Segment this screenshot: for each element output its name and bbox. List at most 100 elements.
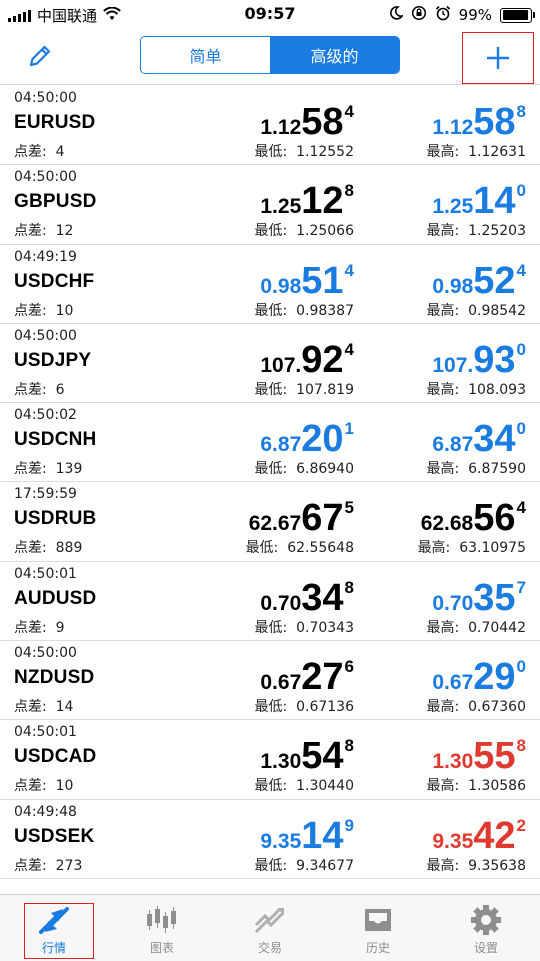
ask-price[interactable]: 0.67 29 0 (432, 655, 526, 696)
spread-label: 点差: (14, 302, 47, 319)
ask-price-big-figure: 6.87 (432, 433, 474, 457)
bid-price[interactable]: 0.98 51 4 (260, 259, 354, 300)
low-label: 最低: (254, 619, 288, 636)
quote-low: 最低: 0.67136 (254, 696, 354, 716)
quote-time: 04:50:02 (14, 407, 77, 424)
bid-price[interactable]: 0.67 27 6 (260, 655, 354, 696)
bid-price-big-figure: 9.35 (260, 829, 302, 853)
tab-advanced[interactable]: 高级的 (270, 37, 399, 73)
bid-price[interactable]: 9.35 14 9 (260, 814, 354, 855)
quote-low: 最低: 0.70343 (254, 617, 354, 637)
tab-settings-label: 设置 (473, 941, 498, 955)
quote-row[interactable]: 04:50:00 EURUSD 点差: 4 1.12 58 4 1.12 58 8 最低… (0, 86, 540, 166)
high-value: 0.67360 (468, 699, 526, 716)
edit-button[interactable] (22, 38, 58, 74)
low-value: 0.70343 (296, 619, 354, 636)
quote-row[interactable]: 04:50:01 USDCAD 点差: 10 1.30 54 8 1.30 55 8 最… (0, 720, 540, 800)
tab-settings[interactable]: 设置 (432, 895, 540, 961)
quote-time: 17:59:59 (14, 486, 77, 503)
quote-row[interactable]: 04:49:19 USDCHF 点差: 10 0.98 51 4 0.98 52 4 最… (0, 245, 540, 324)
low-value: 107.819 (296, 381, 354, 398)
quote-row[interactable]: 04:50:00 GBPUSD 点差: 12 1.25 12 8 1.25 14 0 最… (0, 165, 540, 245)
spread-value: 4 (55, 144, 65, 160)
battery-icon (500, 7, 535, 23)
view-mode-segmented-control: 简单 高级的 (140, 36, 400, 74)
ask-price-pips: 58 (473, 101, 516, 143)
bid-price[interactable]: 0.70 34 8 (260, 576, 354, 617)
high-value: 108.093 (468, 381, 526, 398)
quote-low: 最低: 62.55648 (246, 537, 354, 557)
low-label: 最低: (254, 461, 288, 478)
status-bar: 中国联通 09:57 99% (0, 0, 540, 28)
quote-row[interactable]: 04:50:01 AUDUSD 点差: 9 0.70 34 8 0.70 35 7 最低… (0, 562, 540, 642)
quote-row[interactable]: 04:50:02 USDCNH 点差: 139 6.87 20 1 6.87 34 0 … (0, 403, 540, 483)
quote-symbol: USDRUB (14, 508, 97, 530)
ask-price[interactable]: 6.87 34 0 (432, 417, 526, 458)
quote-row[interactable]: 17:59:59 USDRUB 点差: 889 62.67 67 5 62.68 56… (0, 482, 540, 562)
ask-price-pips: 52 (473, 259, 516, 302)
ask-price[interactable]: 1.30 55 8 (432, 734, 526, 778)
bid-price[interactable]: 1.30 54 8 (260, 734, 354, 778)
quote-low: 最低: 9.34677 (254, 855, 354, 875)
ask-price[interactable]: 62.68 56 4 (420, 496, 526, 537)
bid-price-pips: 54 (301, 735, 344, 778)
ask-price-fraction: 7 (516, 577, 526, 597)
ask-price-fraction: 8 (516, 102, 526, 121)
quote-high: 最高: 1.12631 (426, 141, 526, 161)
ask-price-fraction: 0 (516, 657, 526, 677)
low-value: 0.98387 (296, 302, 354, 319)
tab-trade[interactable]: 交易 (216, 895, 324, 961)
spread-value: 889 (55, 540, 83, 557)
bid-price-fraction: 6 (344, 657, 354, 677)
tab-history[interactable]: 历史 (324, 895, 432, 961)
quote-high: 最高: 0.98542 (426, 300, 526, 320)
ask-price-big-figure: 0.67 (432, 671, 474, 695)
ask-price-big-figure: 0.98 (432, 274, 474, 298)
low-value: 1.25066 (296, 223, 354, 240)
tab-simple[interactable]: 简单 (141, 37, 270, 73)
spread-value: 10 (55, 302, 74, 319)
add-symbol-button[interactable] (462, 32, 534, 84)
low-value: 6.86940 (296, 461, 354, 478)
bid-price-pips: 58 (301, 101, 344, 143)
bid-price-big-figure: 62.67 (248, 512, 302, 536)
spread-label: 点差: (14, 461, 47, 478)
low-value: 62.55648 (287, 540, 354, 557)
high-label: 最高: (426, 381, 460, 398)
ask-price[interactable]: 1.12 58 8 (432, 100, 526, 143)
quote-symbol: USDJPY (14, 349, 92, 371)
low-label: 最低: (254, 699, 288, 716)
quote-time: 04:50:01 (14, 724, 77, 741)
high-label: 最高: (426, 857, 460, 874)
ask-price[interactable]: 1.25 14 0 (432, 179, 526, 220)
quote-spread: 点差: 9 (14, 617, 65, 637)
bid-price[interactable]: 107. 92 4 (260, 338, 354, 379)
bid-price[interactable]: 1.25 12 8 (260, 179, 354, 220)
quote-time: 04:50:01 (14, 565, 77, 582)
bid-price-big-figure: 6.87 (260, 433, 302, 457)
ask-price[interactable]: 9.35 42 2 (432, 814, 526, 855)
ask-price-pips: 55 (473, 735, 516, 778)
quote-high: 最高: 9.35638 (426, 855, 526, 875)
ask-price-big-figure: 62.68 (420, 512, 474, 536)
quote-high: 最高: 1.30586 (426, 775, 526, 795)
ask-price[interactable]: 107. 93 0 (432, 338, 526, 379)
tab-chart[interactable]: 图表 (108, 895, 216, 961)
quote-low: 最低: 0.98387 (254, 300, 354, 320)
quote-symbol: NZDUSD (14, 667, 95, 689)
quote-row[interactable]: 04:50:00 USDJPY 点差: 6 107. 92 4 107. 93 0 最低… (0, 324, 540, 404)
quote-row[interactable]: 04:50:00 NZDUSD 点差: 14 0.67 27 6 0.67 29 0 最… (0, 641, 540, 721)
spread-value: 6 (55, 381, 65, 398)
bid-price[interactable]: 1.12 58 4 (260, 100, 354, 143)
bid-price[interactable]: 6.87 20 1 (260, 417, 354, 458)
bid-price-fraction: 4 (344, 102, 354, 121)
ask-price-fraction: 4 (516, 498, 526, 518)
high-label: 最高: (426, 144, 460, 160)
spread-label: 点差: (14, 381, 47, 398)
ask-price[interactable]: 0.98 52 4 (432, 259, 526, 302)
ask-price[interactable]: 0.70 35 7 (432, 576, 526, 617)
spread-label: 点差: (14, 144, 47, 160)
bid-price[interactable]: 62.67 67 5 (248, 496, 354, 537)
quote-row[interactable]: 04:49:48 USDSEK 点差: 273 9.35 14 9 9.35 42 2 … (0, 800, 540, 879)
high-value: 63.10975 (459, 540, 526, 557)
